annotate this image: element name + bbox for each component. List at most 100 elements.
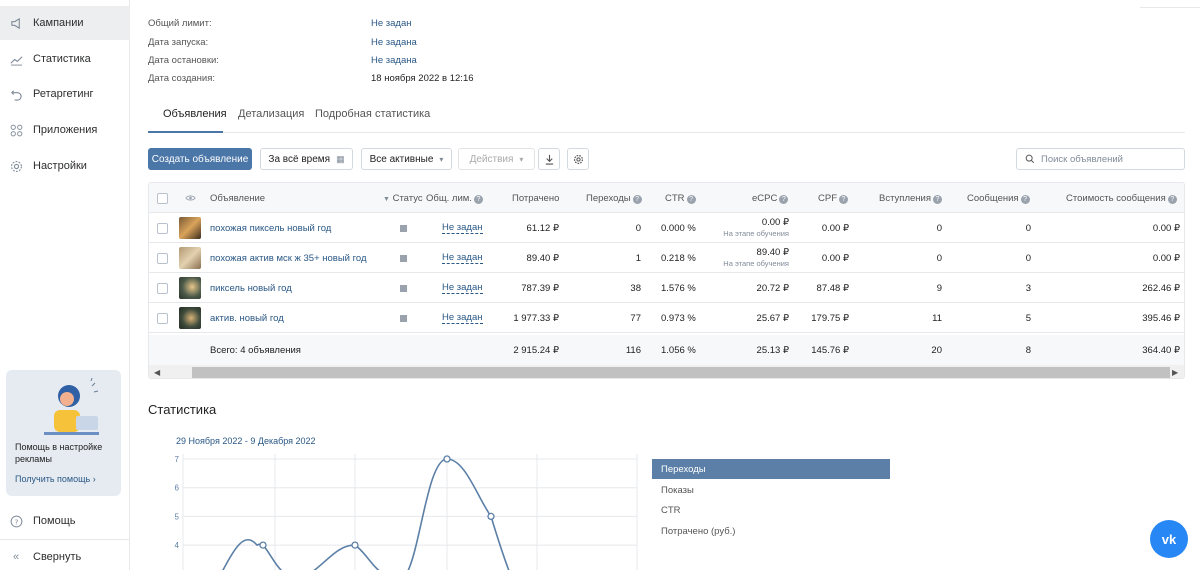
col-joins[interactable]: Вступления? bbox=[879, 193, 942, 204]
limit-value[interactable]: Не задан bbox=[442, 282, 483, 294]
search-input[interactable] bbox=[1041, 153, 1181, 165]
legend-item-spent[interactable]: Потрачено (руб.) bbox=[652, 521, 890, 541]
get-help-link[interactable]: Получить помощь › bbox=[15, 474, 96, 484]
actions-dropdown[interactable]: Действия ▾ bbox=[458, 148, 535, 170]
row-checkbox[interactable] bbox=[157, 283, 168, 294]
help-item[interactable]: ? Помощь bbox=[0, 506, 130, 536]
ad-name[interactable]: пиксель новый год bbox=[210, 283, 292, 294]
col-limit[interactable]: ?Общ. лим. bbox=[426, 193, 484, 204]
eye-icon[interactable] bbox=[185, 194, 196, 202]
date-range[interactable]: 29 Ноября 2022 - 9 Декабря 2022 bbox=[176, 436, 316, 446]
ad-name[interactable]: похожая актив мск ж 35+ новый год bbox=[210, 253, 367, 264]
help-icon: ? bbox=[632, 195, 642, 204]
limit-value[interactable]: Не задан bbox=[442, 312, 483, 324]
legend-item-clicks[interactable]: Переходы bbox=[652, 459, 890, 479]
data-point[interactable] bbox=[259, 541, 267, 549]
ad-name[interactable]: актив. новый год bbox=[210, 313, 284, 324]
table-row[interactable]: похожая актив мск ж 35+ новый год Не зад… bbox=[149, 243, 1184, 273]
sidebar-item-retargeting[interactable]: Ретаргетинг bbox=[0, 77, 130, 111]
spent-value: 1 977.33 ₽ bbox=[513, 313, 559, 324]
scroll-left-icon[interactable]: ◀ bbox=[154, 368, 160, 377]
col-messages[interactable]: Сообщения? bbox=[967, 193, 1030, 204]
col-limit-label: Общ. лим. bbox=[426, 193, 472, 204]
total-clicks: 116 bbox=[625, 345, 641, 356]
data-point[interactable] bbox=[443, 455, 451, 463]
period-button[interactable]: За всё время ▦ bbox=[260, 148, 353, 170]
select-all-checkbox[interactable] bbox=[157, 193, 168, 204]
sidebar-item-statistics[interactable]: Статистика bbox=[0, 42, 130, 76]
data-point[interactable] bbox=[487, 512, 495, 521]
cpf-value: 179.75 ₽ bbox=[811, 313, 849, 324]
series-line bbox=[222, 458, 510, 570]
tab-detailed-stats[interactable]: Подробная статистика bbox=[315, 108, 430, 120]
info-value: Не задана bbox=[371, 37, 417, 48]
col-msg-cost[interactable]: Стоимость сообщения? bbox=[1066, 193, 1177, 204]
sidebar-item-apps[interactable]: Приложения bbox=[0, 113, 130, 147]
col-msg-cost-label: Стоимость сообщения bbox=[1066, 193, 1166, 204]
table-row[interactable]: похожая пиксель новый год Не задан 61.12… bbox=[149, 213, 1184, 243]
row-checkbox[interactable] bbox=[157, 313, 168, 324]
col-ctr[interactable]: CTR? bbox=[665, 193, 696, 204]
collapse-item[interactable]: « Свернуть bbox=[0, 542, 130, 570]
legend-item-ctr[interactable]: CTR bbox=[652, 500, 890, 520]
search-box[interactable] bbox=[1016, 148, 1185, 170]
info-label: Дата остановки: bbox=[148, 55, 219, 66]
col-clicks[interactable]: Переходы? bbox=[586, 193, 642, 204]
legend-item-impressions[interactable]: Показы bbox=[652, 480, 890, 500]
download-button[interactable] bbox=[538, 148, 560, 170]
vk-chat-button[interactable]: vk bbox=[1150, 520, 1188, 558]
sidebar-item-label: Статистика bbox=[33, 53, 91, 65]
scroll-right-icon[interactable]: ▶ bbox=[1172, 368, 1178, 377]
msg-cost-value: 0.00 ₽ bbox=[1152, 253, 1180, 264]
tab-details[interactable]: Детализация bbox=[238, 108, 304, 120]
info-value: 18 ноября 2022 в 12:16 bbox=[371, 73, 474, 84]
search-icon bbox=[1025, 154, 1035, 164]
filter-dropdown[interactable]: Все активные ▾ bbox=[361, 148, 452, 170]
actions-label: Действия bbox=[469, 153, 514, 165]
divider bbox=[0, 539, 130, 540]
table-row[interactable]: пиксель новый год Не задан 787.39 ₽ 38 1… bbox=[149, 273, 1184, 303]
clicks-value: 1 bbox=[635, 253, 641, 264]
total-ctr: 1.056 % bbox=[661, 345, 696, 356]
sort-icon: ▼ bbox=[383, 196, 390, 203]
scrollbar-thumb[interactable] bbox=[192, 367, 1170, 378]
col-spent[interactable]: Потрачено bbox=[512, 193, 559, 204]
ctr-value: 1.576 % bbox=[661, 283, 696, 294]
gear-icon bbox=[9, 159, 23, 173]
col-messages-label: Сообщения bbox=[967, 193, 1019, 204]
col-status[interactable]: ▼ Статус bbox=[383, 193, 423, 204]
sidebar: Кампании Статистика Ретаргетинг Приложен… bbox=[0, 0, 130, 570]
row-checkbox[interactable] bbox=[157, 223, 168, 234]
ads-table: Объявление ▼ Статус ?Общ. лим. Потрачено… bbox=[148, 182, 1185, 379]
ecpc-note: На этапе обучения bbox=[723, 259, 789, 268]
table-row[interactable]: актив. новый год Не задан 1 977.33 ₽ 77 … bbox=[149, 303, 1184, 333]
messages-value: 0 bbox=[1025, 253, 1031, 264]
row-checkbox[interactable] bbox=[157, 253, 168, 264]
ctr-value: 0.973 % bbox=[661, 313, 696, 324]
msg-cost-value: 262.46 ₽ bbox=[1142, 283, 1180, 294]
col-ecpc[interactable]: eCPC? bbox=[752, 193, 789, 204]
sidebar-item-campaigns[interactable]: Кампании bbox=[0, 6, 130, 40]
col-cpf[interactable]: CPF? bbox=[818, 193, 848, 204]
total-spent: 2 915.24 ₽ bbox=[513, 345, 559, 356]
sidebar-item-settings[interactable]: Настройки bbox=[0, 149, 130, 183]
help-icon: ? bbox=[473, 195, 483, 204]
tab-ads[interactable]: Объявления bbox=[163, 108, 227, 120]
horizontal-scrollbar[interactable]: ◀ ▶ bbox=[149, 365, 1184, 378]
limit-value[interactable]: Не задан bbox=[442, 222, 483, 234]
col-joins-label: Вступления bbox=[879, 193, 931, 204]
spent-value: 61.12 ₽ bbox=[526, 223, 559, 234]
status-indicator bbox=[400, 315, 407, 322]
data-point[interactable] bbox=[351, 541, 359, 549]
col-ctr-label: CTR bbox=[665, 193, 685, 204]
ad-name[interactable]: похожая пиксель новый год bbox=[210, 223, 331, 234]
ecpc-value: 20.72 ₽ bbox=[756, 283, 789, 294]
create-ad-button[interactable]: Создать объявление bbox=[148, 148, 252, 170]
col-cpf-label: CPF bbox=[818, 193, 837, 204]
col-ad[interactable]: Объявление bbox=[210, 193, 265, 204]
limit-value[interactable]: Не задан bbox=[442, 252, 483, 264]
settings-button[interactable] bbox=[567, 148, 589, 170]
sidebar-item-label: Ретаргетинг bbox=[33, 88, 94, 100]
ad-thumbnail bbox=[179, 307, 201, 329]
question-circle-icon: ? bbox=[9, 515, 23, 528]
